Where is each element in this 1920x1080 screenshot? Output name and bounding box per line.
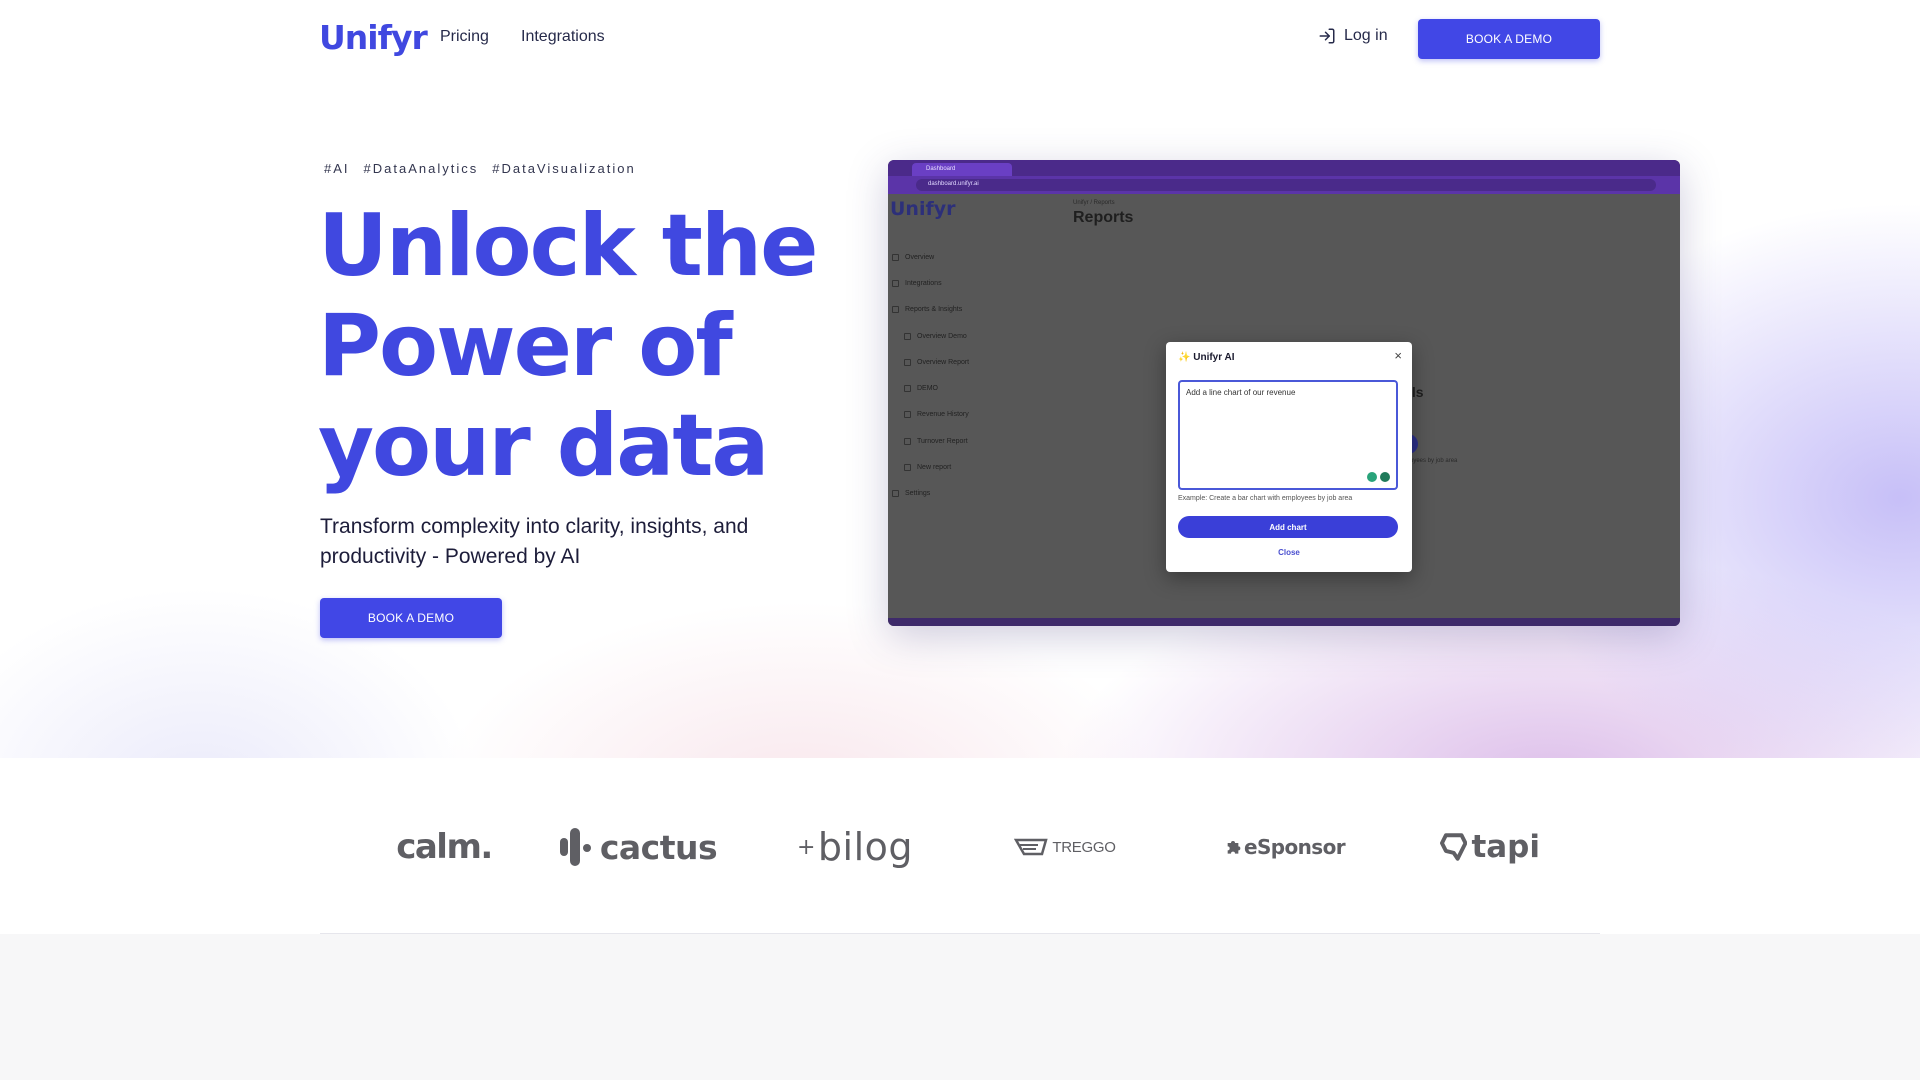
app-breadcrumb: Unifyr / Reports (1073, 200, 1115, 206)
app-menu-item: Overview Report (892, 349, 969, 375)
modal-input-icons (1367, 472, 1390, 482)
app-sidebar-menu: Overview Integrations Reports & Insights Ov… (892, 244, 969, 507)
client-logos: calm. cactus + bilog TREGGO eSponsor tap… (320, 758, 1600, 934)
puzzle-icon (1227, 840, 1241, 854)
send-icon (1380, 472, 1390, 482)
modal-title: ✨ Unifyr AI (1178, 352, 1235, 363)
modal-prompt-value: Add a line chart of our revenue (1186, 388, 1296, 397)
book-demo-button-hero[interactable]: BOOK A DEMO (320, 598, 502, 638)
tag-data-analytics: #DataAnalytics (363, 161, 479, 176)
menu-item-label: Reports & Insights (905, 306, 963, 314)
browser-tab: Dashboard (912, 163, 1012, 176)
tapi-icon (1440, 833, 1468, 861)
close-icon: × (1394, 348, 1402, 363)
product-screenshot: Dashboard dashboard.unifyr.ai Unifyr Uni… (888, 160, 1680, 626)
logo-treggo-text: TREGGO (1052, 838, 1116, 856)
modal-prompt-input: Add a line chart of our revenue (1178, 380, 1398, 490)
login-label: Log in (1344, 27, 1388, 44)
app-page-title: Reports (1073, 209, 1134, 226)
logo-tapi-text: tapi (1471, 829, 1540, 865)
app-menu-item: Revenue History (892, 402, 969, 428)
app-menu-item: DEMO (892, 375, 969, 401)
menu-item-label: Overview (905, 253, 935, 261)
logo-tapi: tapi (1440, 822, 1540, 872)
app-menu-item: Settings (892, 481, 969, 507)
login-icon (1319, 28, 1335, 44)
menu-item-icon (892, 306, 899, 314)
app-menu-item: New report (892, 454, 969, 480)
logo-bilog-text: bilog (817, 825, 914, 869)
logo-cactus-text: cactus (599, 827, 718, 867)
hero-headline: Unlock the Power of your data (318, 196, 818, 496)
mic-icon (1367, 472, 1377, 482)
modal-example-hint: Example: Create a bar chart with employe… (1178, 495, 1353, 502)
menu-item-icon (904, 385, 911, 393)
logo-cactus: cactus (545, 822, 730, 872)
browser-tab-bar: Dashboard (888, 160, 1680, 176)
browser-url: dashboard.unifyr.ai (916, 179, 1656, 191)
app-partial-text: oyees by job area (1410, 458, 1458, 464)
menu-item-label: Overview Report (917, 358, 970, 366)
menu-item-label: Overview Demo (917, 332, 967, 340)
logo-bilog: + bilog (790, 822, 920, 872)
app-menu-item: Integrations (892, 270, 969, 296)
treggo-icon (1014, 838, 1049, 856)
modal-close-link: Close (1278, 548, 1300, 557)
next-section (0, 934, 1920, 1080)
logo-treggo: TREGGO (1010, 822, 1120, 872)
logo-esponsor: eSponsor (1225, 822, 1346, 872)
login-link[interactable]: Log in (1318, 27, 1388, 45)
app-menu-item: Turnover Report (892, 428, 969, 454)
menu-item-icon (904, 437, 911, 445)
app-logo: Unifyr (890, 198, 956, 220)
logo-calm: calm. (396, 827, 493, 867)
unifyr-logo[interactable]: Unifyr (319, 18, 428, 57)
app-body: Unifyr Unifyr / Reports Reports Overview… (888, 194, 1680, 619)
menu-item-icon (904, 464, 911, 472)
menu-item-icon (904, 358, 911, 366)
menu-item-label: Revenue History (917, 411, 969, 419)
hero-subline: Transform complexity into clarity, insig… (320, 515, 749, 568)
unifyr-ai-modal: ✨ Unifyr AI × Add a line chart of our re… (1166, 342, 1412, 572)
menu-item-icon (892, 490, 899, 498)
app-menu-item: Overview Demo (892, 323, 969, 349)
menu-item-label: DEMO (917, 385, 938, 393)
nav-link-pricing[interactable]: Pricing (440, 28, 489, 46)
book-demo-button-nav[interactable]: BOOK A DEMO (1418, 19, 1600, 59)
add-chart-button: Add chart (1178, 516, 1398, 538)
menu-item-icon (892, 279, 899, 287)
menu-item-icon (904, 332, 911, 340)
nav-link-integrations[interactable]: Integrations (521, 28, 605, 46)
modal-title-text: Unifyr AI (1193, 352, 1235, 363)
menu-item-icon (892, 253, 899, 261)
app-footer-bar (888, 618, 1680, 626)
tag-data-visualization: #DataVisualization (492, 161, 636, 176)
menu-item-icon (904, 411, 911, 419)
menu-item-label: New report (917, 464, 952, 472)
app-menu-item: Overview (892, 244, 969, 270)
app-menu-item: Reports & Insights (892, 297, 969, 323)
cactus-icon (559, 828, 591, 866)
browser-url-bar: dashboard.unifyr.ai (888, 176, 1680, 194)
top-nav: Unifyr Pricing Integrations Log in BOOK … (0, 0, 1920, 78)
plus-icon: + (796, 834, 816, 860)
menu-item-label: Turnover Report (917, 437, 968, 445)
tag-ai: #AI (324, 161, 350, 176)
menu-item-label: Integrations (905, 279, 942, 287)
hero-section: #AI #DataAnalytics #DataVisualization Un… (0, 78, 1920, 758)
logo-esponsor-text: eSponsor (1244, 835, 1346, 859)
menu-item-label: Settings (905, 490, 931, 498)
hero-tags: #AI #DataAnalytics #DataVisualization (324, 161, 636, 176)
